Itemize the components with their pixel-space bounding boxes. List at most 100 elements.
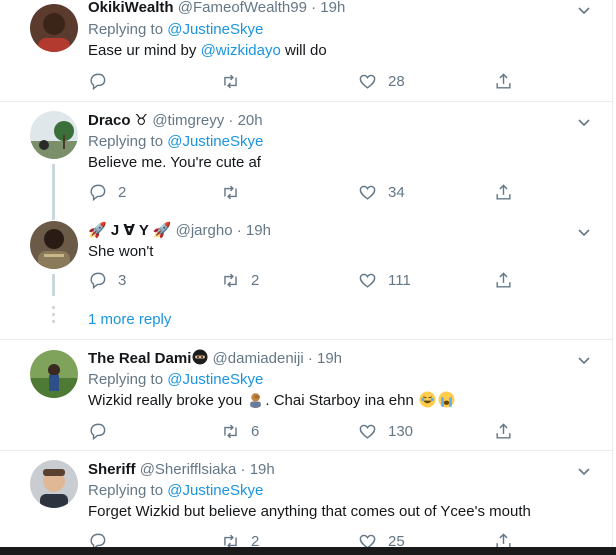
share-icon — [496, 422, 511, 439]
timestamp[interactable]: 19h — [317, 350, 342, 367]
timestamp[interactable]: 19h — [250, 461, 275, 478]
tweet-header: Draco ♉ @timgreyy · 20h — [88, 112, 263, 129]
handle[interactable]: @Sherifflsiaka — [140, 461, 237, 478]
crying-emoji-icon — [438, 391, 455, 408]
replying-to: Replying to @JustineSkye — [88, 482, 264, 499]
tweet-text: She won't — [88, 243, 154, 260]
reply-button[interactable]: 2 — [88, 181, 126, 203]
handle[interactable]: @damiadeniji — [213, 350, 304, 367]
replying-to: Replying to @JustineSkye — [88, 371, 264, 388]
timestamp[interactable]: 19h — [246, 222, 271, 239]
display-name[interactable]: Draco ♉ — [88, 112, 148, 129]
reply-icon — [90, 73, 106, 90]
display-name[interactable]: Sheriff — [88, 461, 136, 478]
avatar[interactable] — [30, 4, 78, 52]
reply-button[interactable]: 3 — [88, 269, 126, 291]
like-button[interactable]: 28 — [358, 70, 405, 92]
screen-bottom-bar — [0, 547, 616, 555]
like-button[interactable]: 34 — [358, 181, 405, 203]
like-icon — [359, 185, 376, 200]
share-button[interactable] — [494, 70, 513, 92]
like-icon — [359, 74, 376, 89]
share-icon — [496, 271, 511, 288]
tweet-text: Ease ur mind by @wizkidayo will do — [88, 42, 327, 59]
reply-count: 2 — [118, 183, 127, 201]
display-name[interactable]: OkikiWealth — [88, 0, 174, 16]
replying-to-link[interactable]: @JustineSkye — [167, 133, 263, 150]
like-count: 28 — [388, 72, 405, 90]
reply-button[interactable] — [88, 420, 118, 442]
facepalm-emoji-icon — [250, 393, 262, 408]
like-button[interactable]: 130 — [358, 420, 413, 442]
retweet-button[interactable] — [221, 70, 251, 92]
retweet-button[interactable]: 6 — [221, 420, 259, 442]
retweet-count: 6 — [251, 422, 260, 440]
avatar[interactable] — [30, 460, 78, 508]
thread-dots — [52, 306, 55, 327]
reply-icon — [90, 184, 106, 201]
replying-to: Replying to @JustineSkye — [88, 21, 264, 38]
retweet-button[interactable] — [221, 181, 251, 203]
replying-to: Replying to @JustineSkye — [88, 133, 264, 150]
share-button[interactable] — [494, 420, 513, 442]
avatar[interactable] — [30, 111, 78, 159]
display-name[interactable]: 🚀 J ∀ Y 🚀 — [88, 222, 171, 239]
reply-tweet-jay[interactable]: 🚀 J ∀ Y 🚀 @jargho · 19h She won't 3 2 11… — [0, 212, 612, 296]
ninja-emoji-icon — [192, 349, 208, 365]
reply-icon — [90, 272, 106, 289]
tweet-header: Sheriff @Sherifflsiaka · 19h — [88, 461, 275, 478]
retweet-button[interactable]: 2 — [221, 269, 259, 291]
display-name[interactable]: The Real Dami — [88, 350, 191, 367]
caret-down-icon[interactable] — [576, 352, 592, 368]
caret-down-icon[interactable] — [576, 224, 592, 240]
share-icon — [496, 183, 511, 200]
tweet-actions: 3 2 111 — [88, 269, 518, 291]
timestamp[interactable]: 19h — [320, 0, 345, 16]
laughing-emoji-icon — [419, 391, 436, 408]
tweet-header: 🚀 J ∀ Y 🚀 @jargho · 19h — [88, 222, 271, 239]
replying-to-link[interactable]: @JustineSkye — [167, 371, 263, 388]
like-count: 111 — [388, 271, 411, 289]
thread-line — [52, 274, 55, 296]
reply-icon — [90, 423, 106, 440]
reply-tweet-okikiwealth[interactable]: OkikiWealth @FameofWealth99 · 19h Replyi… — [0, 0, 612, 102]
reply-button[interactable] — [88, 70, 118, 92]
like-count: 130 — [388, 422, 414, 440]
replying-to-link[interactable]: @JustineSkye — [167, 482, 263, 499]
tweet-text: Believe me. You're cute af — [88, 154, 261, 171]
avatar[interactable] — [30, 221, 78, 269]
like-count: 34 — [388, 183, 405, 201]
retweet-icon — [224, 185, 237, 199]
like-icon — [359, 273, 376, 288]
share-icon — [496, 72, 511, 89]
like-button[interactable]: 111 — [358, 269, 411, 291]
share-button[interactable] — [494, 181, 513, 203]
reply-tweet-draco[interactable]: Draco ♉ @timgreyy · 20h Replying to @Jus… — [0, 102, 612, 220]
tweet-header: OkikiWealth @FameofWealth99 · 19h — [88, 0, 346, 16]
caret-down-icon[interactable] — [576, 463, 592, 479]
more-replies-link[interactable]: 1 more reply — [88, 311, 171, 328]
mention-link[interactable]: @wizkidayo — [201, 42, 281, 59]
like-icon — [359, 424, 376, 439]
retweet-icon — [224, 74, 237, 88]
handle[interactable]: @FameofWealth99 — [178, 0, 307, 16]
handle[interactable]: @jargho — [176, 222, 233, 239]
reply-tweet-the-real-dami[interactable]: The Real Dami @damiadeniji · 19h Replyin… — [0, 340, 612, 450]
column-border — [612, 0, 613, 555]
tweet-actions: 2 34 — [88, 181, 518, 203]
reply-count: 3 — [118, 271, 127, 289]
tweet-text: Wizkid really broke you . Chai Starboy i… — [88, 391, 456, 411]
tweet-replies-page: OkikiWealth @FameofWealth99 · 19h Replyi… — [0, 0, 616, 555]
replying-to-link[interactable]: @JustineSkye — [167, 21, 263, 38]
retweet-icon — [224, 424, 237, 438]
timestamp[interactable]: 20h — [238, 112, 263, 129]
retweet-count: 2 — [251, 271, 260, 289]
caret-down-icon[interactable] — [576, 2, 592, 18]
handle[interactable]: @timgreyy — [152, 112, 224, 129]
tweet-actions: 6 130 — [88, 420, 518, 442]
caret-down-icon[interactable] — [576, 114, 592, 130]
share-button[interactable] — [494, 269, 513, 291]
tweet-text: Forget Wizkid but believe anything that … — [88, 503, 531, 520]
reply-tweet-sheriff[interactable]: Sheriff @Sherifflsiaka · 19h Replying to… — [0, 451, 612, 555]
avatar[interactable] — [30, 350, 78, 398]
